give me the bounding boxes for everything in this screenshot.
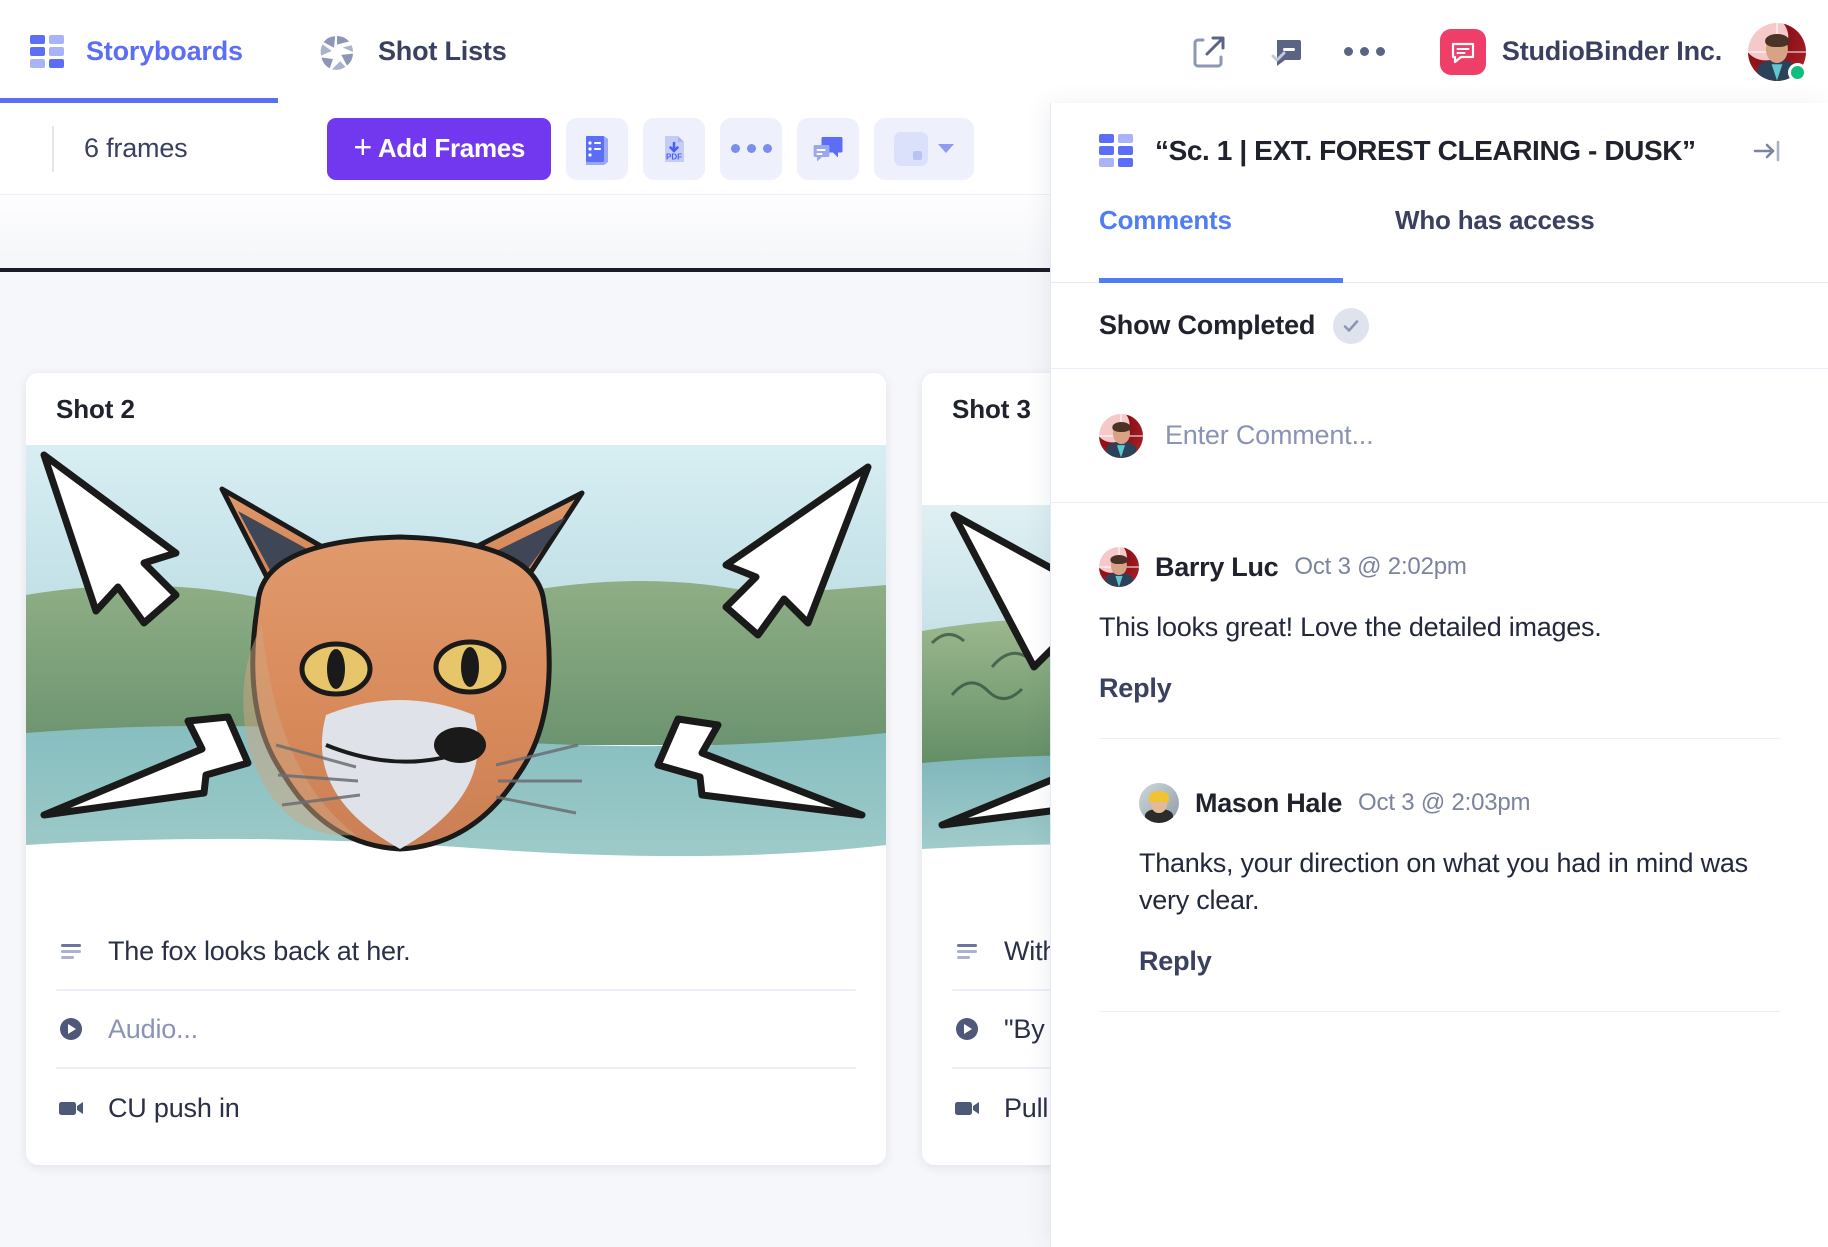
avatar xyxy=(1139,783,1179,824)
more-dots xyxy=(1344,47,1386,56)
frame-card-fields: The fox looks back at her. Audio... CU p… xyxy=(26,913,886,1165)
frame-card-title: Shot 3 xyxy=(952,393,1031,424)
plus-icon: + xyxy=(353,129,372,165)
frame-description-row[interactable]: The fox looks back at her. xyxy=(56,913,856,991)
nav-tab-storyboards[interactable]: Storyboards xyxy=(0,0,278,103)
add-frames-label: Add Frames xyxy=(377,133,526,163)
frame-card[interactable]: Shot 2 The fox looks back at her. Audio.… xyxy=(26,373,886,1165)
card-size-swatch xyxy=(894,131,929,166)
organization-name: StudioBinder Inc. xyxy=(1501,36,1722,66)
frame-camera-text: CU push in xyxy=(108,1092,240,1123)
description-icon xyxy=(56,936,86,966)
frame-camera-row[interactable]: CU push in xyxy=(56,1069,856,1147)
tab-comments-label: Comments xyxy=(1099,205,1232,235)
toolbar-divider xyxy=(52,125,54,172)
frame-card-image[interactable] xyxy=(26,445,886,913)
more-options-icon[interactable] xyxy=(720,117,783,180)
show-completed-toggle[interactable]: Show Completed xyxy=(1051,283,1828,369)
video-camera-icon xyxy=(56,1093,86,1123)
frame-audio-text: Audio... xyxy=(108,1013,198,1044)
comments-panel: “Sc. 1 | EXT. FOREST CLEARING - DUSK” Co… xyxy=(1050,103,1828,1247)
comment-timestamp: Oct 3 @ 2:02pm xyxy=(1294,553,1467,580)
nav-tab-shot-lists-label: Shot Lists xyxy=(378,36,507,66)
tab-who-has-access[interactable]: Who has access xyxy=(1395,199,1595,283)
nav-tab-storyboards-label: Storyboards xyxy=(86,36,243,66)
frame-camera-text: Pull xyxy=(1004,1092,1049,1123)
comment-author: Mason Hale xyxy=(1195,787,1343,818)
panel-header: “Sc. 1 | EXT. FOREST CLEARING - DUSK” xyxy=(1051,103,1828,199)
svg-text:PDF: PDF xyxy=(666,152,682,161)
frame-card-header: Shot 2 xyxy=(26,373,886,445)
frames-count-label: 6 frames xyxy=(84,133,188,163)
presence-indicator xyxy=(1788,62,1807,82)
chevron-down-icon xyxy=(938,144,955,153)
frame-audio-row[interactable]: Audio... xyxy=(56,991,856,1069)
nav-right-actions: StudioBinder Inc. xyxy=(1170,0,1828,103)
comment-input[interactable]: Enter Comment... xyxy=(1051,369,1828,503)
collapse-panel-icon[interactable] xyxy=(1744,128,1790,174)
more-dots xyxy=(730,144,772,153)
add-frames-button[interactable]: + Add Frames xyxy=(327,117,552,180)
panel-tabs: Comments Who has access xyxy=(1051,199,1828,283)
comment-item: Mason Hale Oct 3 @ 2:03pm Thanks, your d… xyxy=(1099,739,1780,1013)
share-icon[interactable] xyxy=(1178,21,1240,83)
organization-switcher[interactable]: StudioBinder Inc. xyxy=(1439,28,1722,75)
comment-header: Mason Hale Oct 3 @ 2:03pm xyxy=(1139,783,1780,824)
comment-author: Barry Luc xyxy=(1155,551,1279,582)
nav-tab-shot-lists[interactable]: Shot Lists xyxy=(278,0,547,103)
frame-description-text: The fox looks back at her. xyxy=(108,935,411,966)
aperture-icon xyxy=(318,33,356,71)
download-pdf-icon[interactable]: PDF xyxy=(643,117,706,180)
video-camera-icon xyxy=(952,1093,982,1123)
user-avatar[interactable] xyxy=(1748,22,1807,82)
reply-button[interactable]: Reply xyxy=(1139,946,1212,977)
reply-button[interactable]: Reply xyxy=(1099,673,1172,704)
panel-title: “Sc. 1 | EXT. FOREST CLEARING - DUSK” xyxy=(1155,135,1696,166)
comment-header: Barry Luc Oct 3 @ 2:02pm xyxy=(1099,547,1780,587)
avatar xyxy=(1099,413,1143,458)
top-navigation-bar: Storyboards Shot Lists StudioBinder Inc. xyxy=(0,0,1828,103)
audio-play-icon xyxy=(952,1014,982,1044)
comment-thread: Barry Luc Oct 3 @ 2:02pm This looks grea… xyxy=(1051,503,1828,1013)
tab-who-has-access-label: Who has access xyxy=(1395,205,1595,235)
comment-body: Thanks, your direction on what you had i… xyxy=(1139,848,1748,915)
frame-card-fields: With "By t Pull xyxy=(922,913,1070,1165)
comment-approve-icon[interactable] xyxy=(1256,21,1318,83)
more-options-icon[interactable] xyxy=(1334,21,1396,83)
frame-card[interactable]: Shot 3 With "By t Pull xyxy=(922,373,1070,1165)
comment-timestamp: Oct 3 @ 2:03pm xyxy=(1358,789,1531,817)
nav-tabs: Storyboards Shot Lists xyxy=(0,0,547,103)
description-icon xyxy=(952,936,982,966)
comment-item: Barry Luc Oct 3 @ 2:02pm This looks grea… xyxy=(1099,503,1780,740)
grid-icon xyxy=(1099,134,1133,168)
frame-cards: Shot 2 The fox looks back at her. Audio.… xyxy=(26,373,1070,1165)
list-view-icon[interactable] xyxy=(566,117,629,180)
frame-card-image[interactable] xyxy=(922,445,1070,913)
frame-card-title: Shot 2 xyxy=(56,393,135,424)
check-icon[interactable] xyxy=(1333,307,1370,344)
grid-icon xyxy=(30,34,64,69)
chat-bubble-icon xyxy=(1439,28,1486,75)
app-root: Storyboards Shot Lists StudioBinder Inc.… xyxy=(0,0,1828,1247)
comment-input-placeholder: Enter Comment... xyxy=(1165,420,1374,450)
tab-comments[interactable]: Comments xyxy=(1099,199,1395,283)
board-separator xyxy=(0,268,1070,272)
comment-body: This looks great! Love the detailed imag… xyxy=(1099,612,1602,642)
avatar xyxy=(1099,547,1139,587)
storyboard-canvas: Shot 2 The fox looks back at her. Audio.… xyxy=(0,195,1070,1247)
audio-play-icon xyxy=(56,1014,86,1044)
show-completed-label: Show Completed xyxy=(1099,310,1316,340)
comments-icon[interactable] xyxy=(797,117,860,180)
frame-card-header: Shot 3 xyxy=(922,373,1070,445)
layout-size-icon[interactable] xyxy=(874,117,975,180)
